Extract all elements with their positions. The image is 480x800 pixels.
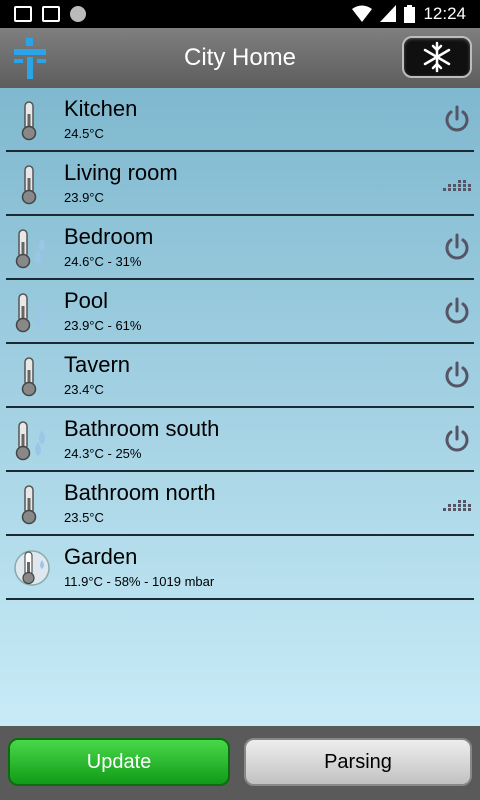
room-reading: 24.6°C - 31% — [64, 254, 142, 269]
level-bars-icon[interactable] — [442, 168, 472, 198]
parsing-button[interactable]: Parsing — [244, 738, 472, 786]
room-row[interactable]: Bedroom 24.6°C - 31% — [6, 216, 474, 280]
room-reading: 11.9°C - 58% - 1019 mbar — [64, 574, 215, 589]
room-reading: 24.3°C - 25% — [64, 446, 142, 461]
room-name: Bedroom — [64, 224, 154, 249]
room-name: Bathroom south — [64, 416, 220, 441]
sync-icon — [70, 6, 86, 22]
update-button[interactable]: Update — [8, 738, 230, 786]
room-row[interactable]: Tavern 23.4°C — [6, 344, 474, 408]
room-row[interactable]: Living room 23.9°C — [6, 152, 474, 216]
signal-icon — [380, 5, 397, 22]
status-time: 12:24 — [423, 4, 466, 23]
power-icon[interactable] — [442, 360, 472, 390]
wifi-icon — [352, 5, 373, 22]
room-reading: 23.4°C — [64, 382, 104, 397]
room-row[interactable]: Bathroom south 24.3°C - 25% — [6, 408, 474, 472]
room-row[interactable]: Kitchen 24.5°C — [6, 88, 474, 152]
room-row[interactable]: Garden 11.9°C - 58% - 1019 mbar — [6, 536, 474, 600]
room-name: Pool — [64, 288, 109, 313]
weather-station-icon — [14, 550, 50, 586]
room-reading: 24.5°C — [64, 126, 104, 141]
thermometer-icon — [21, 485, 37, 525]
snowflake-icon — [423, 41, 451, 73]
image-icon — [42, 6, 60, 22]
room-name: Tavern — [64, 352, 131, 377]
snowflake-button[interactable] — [402, 36, 472, 78]
room-row[interactable]: Pool 23.9°C - 61% — [6, 280, 474, 344]
room-row[interactable]: Bathroom north 23.5°C — [6, 472, 474, 536]
thermometer-icon — [21, 357, 37, 397]
room-reading: 23.5°C — [64, 510, 104, 525]
room-name: Living room — [64, 160, 178, 185]
thermometer-humidity-icon — [15, 229, 45, 269]
power-icon[interactable] — [442, 104, 472, 134]
power-icon[interactable] — [442, 424, 472, 454]
thermometer-icon — [21, 165, 37, 205]
status-bar: 12:24 — [0, 0, 480, 28]
room-name: Garden — [64, 544, 138, 569]
title-bar: City Home — [0, 28, 480, 89]
notification-icon — [14, 6, 32, 22]
battery-icon — [404, 5, 416, 23]
thermometer-icon — [21, 101, 37, 141]
room-name: Bathroom north — [64, 480, 216, 505]
room-name: Kitchen — [64, 96, 138, 121]
room-reading: 23.9°C — [64, 190, 104, 205]
power-icon[interactable] — [442, 232, 472, 262]
footer-bar: Update Parsing — [0, 726, 480, 800]
room-list: Kitchen 24.5°C Living room 23.9°C Bedroo… — [0, 88, 480, 726]
thermometer-humidity-icon — [15, 293, 45, 333]
room-reading: 23.9°C - 61% — [64, 318, 142, 333]
level-bars-icon[interactable] — [442, 488, 472, 518]
power-icon[interactable] — [442, 296, 472, 326]
thermometer-humidity-icon — [15, 421, 45, 461]
